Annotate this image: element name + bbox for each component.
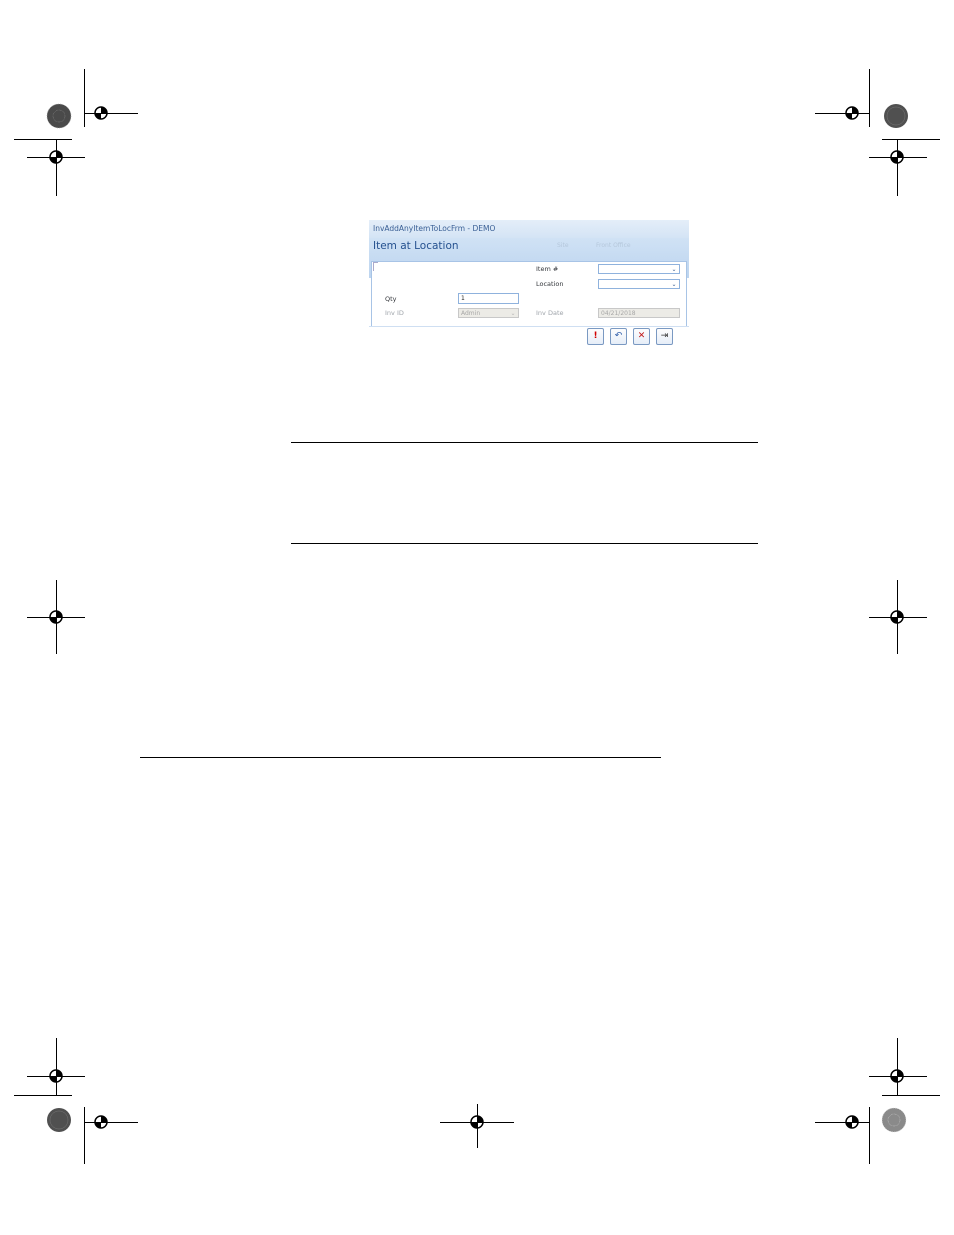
inv-date-field: 04/21/2018	[598, 308, 680, 318]
site-label: Site	[557, 242, 569, 249]
crop-line	[14, 1095, 72, 1096]
site-value: Front Office	[596, 242, 631, 249]
form-panel: Item # ⌄ Location ⌄ Qty 1 Inv ID Admin ⌄…	[371, 261, 687, 327]
crosshair-icon	[845, 1115, 859, 1129]
crop-line	[882, 1095, 940, 1096]
starburst-icon	[884, 104, 908, 128]
inv-id-label: Inv ID	[385, 309, 404, 317]
crosshair-icon	[890, 1069, 904, 1083]
crop-line	[869, 1107, 870, 1164]
chevron-down-icon[interactable]: ⌄	[670, 281, 678, 288]
crosshair-icon	[49, 150, 63, 164]
item-label: Item #	[536, 265, 559, 273]
crop-line	[882, 139, 940, 140]
crosshair-icon	[49, 1069, 63, 1083]
crosshair-icon	[94, 106, 108, 120]
crosshair-icon	[94, 1115, 108, 1129]
crop-line	[897, 1038, 898, 1095]
crop-line	[815, 1122, 869, 1123]
location-label: Location	[536, 280, 564, 288]
crop-line	[14, 139, 72, 140]
crosshair-icon	[890, 610, 904, 624]
crop-line	[869, 69, 870, 127]
delete-x-icon: ✕	[637, 331, 646, 341]
starburst-icon	[881, 1107, 907, 1133]
crop-line	[56, 1038, 57, 1095]
qty-input[interactable]: 1	[458, 293, 519, 304]
crosshair-icon	[845, 106, 859, 120]
item-select[interactable]: ⌄	[598, 264, 680, 274]
starburst-icon	[46, 103, 72, 129]
footer-divider	[369, 326, 689, 327]
crosshair-icon	[49, 610, 63, 624]
form-title: Item at Location	[373, 240, 459, 252]
undo-icon: ↶	[614, 331, 623, 341]
exclamation-icon: !	[593, 331, 598, 341]
crop-line	[815, 113, 869, 114]
record-selector[interactable]	[373, 262, 378, 271]
section-rule-bottom	[291, 543, 758, 544]
save-button[interactable]: !	[587, 328, 604, 345]
window-titlebar: InvAddAnyItemToLocFrm - DEMO	[369, 220, 689, 238]
section-rule-top	[291, 442, 758, 443]
undo-button[interactable]: ↶	[610, 328, 627, 345]
footnote-rule	[140, 757, 661, 758]
crop-line	[56, 139, 57, 196]
inv-date-label: Inv Date	[536, 309, 564, 317]
crosshair-icon	[890, 150, 904, 164]
inv-id-select: Admin ⌄	[458, 308, 519, 318]
item-at-location-window: InvAddAnyItemToLocFrm - DEMO Item at Loc…	[369, 220, 689, 348]
chevron-down-icon[interactable]: ⌄	[670, 266, 678, 273]
exit-door-icon: ⇥	[660, 331, 669, 341]
crop-line	[84, 69, 85, 127]
inv-id-value: Admin	[461, 310, 481, 317]
delete-button[interactable]: ✕	[633, 328, 650, 345]
crop-line	[897, 139, 898, 196]
starburst-icon	[47, 1108, 71, 1132]
close-button[interactable]: ⇥	[656, 328, 673, 345]
crop-line	[84, 1107, 85, 1164]
crosshair-icon	[470, 1115, 484, 1129]
chevron-down-icon: ⌄	[510, 310, 516, 317]
location-select[interactable]: ⌄	[598, 279, 680, 289]
qty-label: Qty	[385, 295, 397, 303]
